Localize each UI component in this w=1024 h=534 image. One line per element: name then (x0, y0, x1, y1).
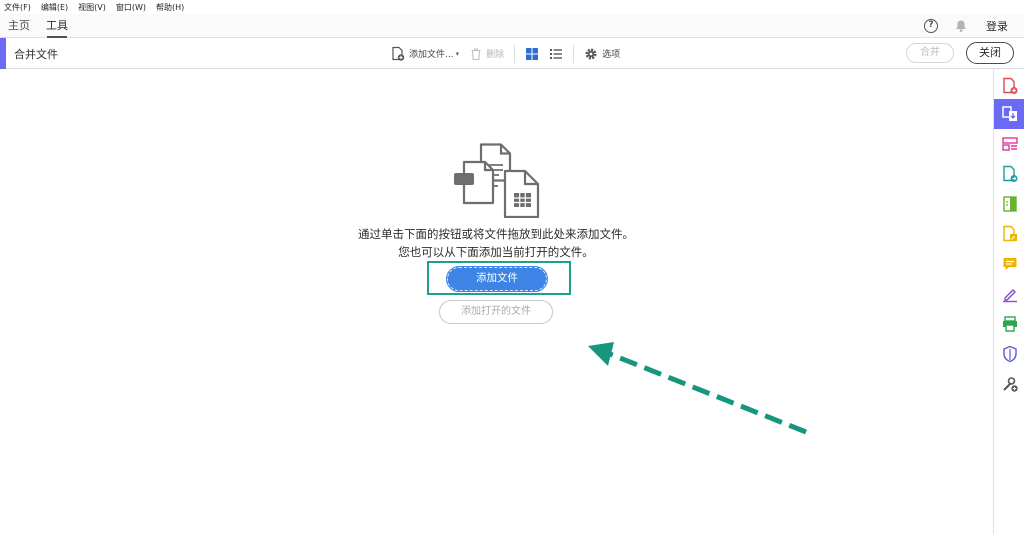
add-files-label: 添加文件... (409, 50, 454, 60)
add-files-button[interactable]: 添加文件 (446, 266, 548, 292)
add-open-files-button[interactable]: 添加打开的文件 (439, 300, 553, 324)
close-button[interactable]: 关闭 (966, 42, 1014, 64)
grid-view-icon (526, 47, 539, 60)
gear-icon (585, 48, 597, 59)
sidebar-item-export[interactable] (994, 159, 1024, 189)
chevron-down-icon: ▾ (455, 49, 460, 58)
instruction-text: 通过单击下面的按钮或将文件拖放到此处来添加文件。 (358, 227, 634, 241)
edit-pdf-icon (1002, 225, 1017, 242)
sidebar-item-fill-sign[interactable] (994, 279, 1024, 309)
fill-sign-icon (1002, 289, 1017, 303)
export-pdf-icon (1002, 165, 1017, 182)
list-view-icon (550, 48, 563, 59)
combine-files-icon (1001, 106, 1017, 121)
bell-icon[interactable] (954, 19, 968, 33)
sidebar-item-create-pdf[interactable] (994, 71, 1024, 101)
tool-toolbar: 合并文件 添加文件... ▾ 删除 选项 合并 关闭 (0, 38, 1024, 69)
add-files-dropdown[interactable]: 添加文件... ▾ (390, 46, 459, 62)
tool-accent-bar (0, 38, 6, 69)
menu-window[interactable]: 窗口(W) (116, 2, 146, 13)
compress-icon (1002, 196, 1017, 212)
sidebar-item-organize[interactable] (994, 129, 1024, 159)
menu-file[interactable]: 文件(F) (4, 2, 31, 13)
sidebar-item-combine[interactable] (994, 99, 1024, 129)
print-production-icon (1002, 316, 1017, 332)
more-tools-icon (1002, 377, 1018, 392)
menu-bar: 文件(F) 编辑(E) 视图(V) 窗口(W) 帮助(H) (0, 0, 1024, 14)
organize-pages-icon (1001, 137, 1018, 151)
menu-edit[interactable]: 编辑(E) (41, 2, 68, 13)
toolbar-divider (514, 44, 516, 63)
tools-sidebar (993, 69, 1024, 534)
delete-button[interactable]: 删除 (469, 47, 504, 61)
instruction-subtext: 您也可以从下面添加当前打开的文件。 (398, 245, 594, 259)
create-pdf-icon (1002, 77, 1017, 94)
sidebar-item-print-production[interactable] (994, 309, 1024, 339)
merge-button[interactable]: 合并 (906, 43, 954, 63)
sidebar-item-protect[interactable] (994, 339, 1024, 369)
pointer-arrow-icon (588, 342, 807, 435)
protect-icon (1002, 345, 1017, 363)
options-label: 选项 (602, 50, 621, 60)
menu-view[interactable]: 视图(V) (78, 2, 106, 13)
tool-title: 合并文件 (14, 48, 58, 61)
menu-help[interactable]: 帮助(H) (156, 2, 184, 13)
tab-bar-right: ? 登录 (924, 14, 1024, 38)
thumbnail-view-button[interactable] (525, 47, 539, 61)
toolbar-actions: 添加文件... ▾ 删除 选项 (390, 38, 630, 69)
sidebar-item-compress[interactable] (994, 189, 1024, 219)
options-button[interactable]: 选项 (584, 47, 620, 61)
tab-home[interactable]: 主页 (0, 14, 38, 38)
combine-files-illustration-icon (454, 143, 540, 218)
tab-bar: 主页 工具 ? 登录 (0, 14, 1024, 38)
sidebar-item-more-tools[interactable] (994, 369, 1024, 399)
add-file-icon (392, 46, 405, 61)
sidebar-item-edit[interactable] (994, 219, 1024, 249)
delete-label: 删除 (486, 50, 505, 60)
toolbar-divider (573, 44, 575, 63)
comment-icon (1003, 258, 1016, 270)
login-link[interactable]: 登录 (986, 18, 1008, 34)
trash-icon (471, 47, 481, 60)
list-view-button[interactable] (549, 47, 563, 61)
tab-tools[interactable]: 工具 (38, 14, 76, 38)
sidebar-item-comment[interactable] (994, 249, 1024, 279)
help-icon[interactable]: ? (924, 19, 938, 33)
